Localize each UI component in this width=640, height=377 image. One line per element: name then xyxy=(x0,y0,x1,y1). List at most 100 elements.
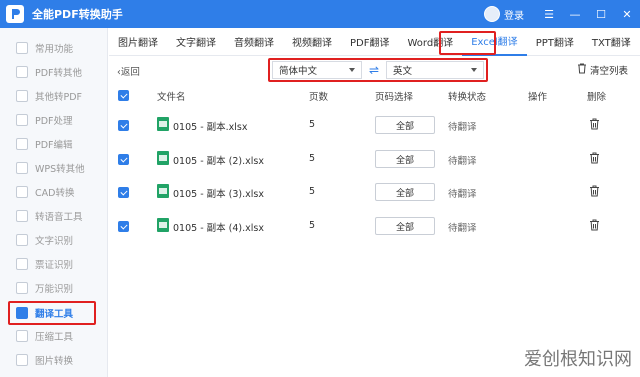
sidebar-item-wps[interactable]: WPS转其他 xyxy=(8,157,100,179)
tab-image-translate[interactable]: 图片翻译 xyxy=(109,28,167,56)
back-link[interactable]: ‹返回 xyxy=(117,64,140,78)
speech-icon xyxy=(16,210,28,222)
sidebar-item-label: WPS转其他 xyxy=(35,164,85,175)
ocr-icon xyxy=(16,234,28,246)
sidebar-item-label: 其他转PDF xyxy=(35,92,83,103)
header-pages: 页数 xyxy=(309,92,329,103)
header-action: 操作 xyxy=(528,92,548,103)
sidebar-item-ticket[interactable]: 票证识别 xyxy=(8,253,100,275)
header-filename: 文件名 xyxy=(157,92,186,103)
tab-text-translate[interactable]: 文字翻译 xyxy=(167,28,225,56)
login-link[interactable]: 登录 xyxy=(504,7,524,22)
page-count: 5 xyxy=(309,153,316,164)
sidebar-item-label: 万能识别 xyxy=(35,284,74,295)
table-row: 0105 - 副本 (2).xlsx 5 全部 待翻译 xyxy=(109,142,640,176)
status-text: 待翻译 xyxy=(448,122,477,133)
trash-icon[interactable] xyxy=(589,185,600,200)
page-count: 5 xyxy=(309,220,316,231)
page-select-button[interactable]: 全部 xyxy=(375,150,435,168)
close-icon[interactable]: ✕ xyxy=(614,0,640,28)
sidebar-item-label: 文字识别 xyxy=(35,236,74,247)
table-row: 0105 - 副本 (4).xlsx 5 全部 待翻译 xyxy=(109,209,640,243)
sidebar-item-label: PDF处理 xyxy=(35,116,73,127)
app-title: 全能PDF转换助手 xyxy=(32,8,123,21)
header-delete: 删除 xyxy=(587,92,607,103)
sidebar-item-label: 图片转换 xyxy=(35,356,74,367)
tab-video-translate[interactable]: 视频翻译 xyxy=(283,28,341,56)
ticket-icon xyxy=(16,258,28,270)
avatar[interactable] xyxy=(484,6,500,22)
status-text: 待翻译 xyxy=(448,189,477,200)
select-all-checkbox[interactable] xyxy=(118,90,129,101)
trash-icon[interactable] xyxy=(589,152,600,167)
tab-audio-translate[interactable]: 音频翻译 xyxy=(225,28,283,56)
file-icon xyxy=(16,90,28,102)
maximize-icon[interactable]: ☐ xyxy=(588,0,614,28)
highlight-box xyxy=(8,301,96,325)
excel-file-icon xyxy=(157,117,169,131)
row-checkbox[interactable] xyxy=(118,187,129,198)
tab-pdf-translate[interactable]: PDF翻译 xyxy=(341,28,398,56)
sidebar-item-image[interactable]: 图片转换 xyxy=(8,349,100,371)
sidebar-item-pdf-process[interactable]: PDF处理 xyxy=(8,109,100,131)
edit-icon xyxy=(16,138,28,150)
wps-icon xyxy=(16,162,28,174)
sidebar-item-ocr[interactable]: 文字识别 xyxy=(8,229,100,251)
page-select-button[interactable]: 全部 xyxy=(375,183,435,201)
table-header: 文件名 页数 页码选择 转换状态 操作 删除 xyxy=(109,85,640,105)
highlight-box xyxy=(268,58,488,82)
file-name: 0105 - 副本 (3).xlsx xyxy=(173,189,264,200)
sidebar-item-common[interactable]: 常用功能 xyxy=(8,37,100,59)
sidebar-item-label: PDF转其他 xyxy=(35,68,83,79)
pdf-icon xyxy=(16,66,28,78)
sidebar-item-compress[interactable]: 压缩工具 xyxy=(8,325,100,347)
scan-icon xyxy=(16,282,28,294)
file-name: 0105 - 副本 (2).xlsx xyxy=(173,156,264,167)
row-checkbox[interactable] xyxy=(118,120,129,131)
row-checkbox[interactable] xyxy=(118,221,129,232)
cad-icon xyxy=(16,186,28,198)
file-name: 0105 - 副本 (4).xlsx xyxy=(173,223,264,234)
process-icon xyxy=(16,114,28,126)
sidebar-item-label: 压缩工具 xyxy=(35,332,74,343)
sidebar-item-universal[interactable]: 万能识别 xyxy=(8,277,100,299)
status-text: 待翻译 xyxy=(448,223,477,234)
page-select-button[interactable]: 全部 xyxy=(375,116,435,134)
header-page-select: 页码选择 xyxy=(375,92,414,103)
page-count: 5 xyxy=(309,186,316,197)
sidebar-item-speech[interactable]: 转语音工具 xyxy=(8,205,100,227)
tab-bar: 图片翻译 文字翻译 音频翻译 视频翻译 PDF翻译 Word翻译 Excel翻译… xyxy=(109,28,640,56)
sidebar-item-label: 票证识别 xyxy=(35,260,74,271)
sidebar-item-pdf-to-other[interactable]: PDF转其他 xyxy=(8,61,100,83)
trash-icon[interactable] xyxy=(589,219,600,234)
page-count: 5 xyxy=(309,119,316,130)
app-logo xyxy=(6,5,24,23)
header-status: 转换状态 xyxy=(448,92,487,103)
table-row: 0105 - 副本.xlsx 5 全部 待翻译 xyxy=(109,108,640,142)
watermark: 爱创根知识网 xyxy=(524,349,632,370)
sidebar-item-cad[interactable]: CAD转换 xyxy=(8,181,100,203)
sidebar-item-label: 常用功能 xyxy=(35,44,74,55)
trash-icon[interactable] xyxy=(589,118,600,133)
sidebar-item-pdf-edit[interactable]: PDF编辑 xyxy=(8,133,100,155)
excel-file-icon xyxy=(157,184,169,198)
back-label: 返回 xyxy=(120,67,140,78)
sidebar-item-other-to-pdf[interactable]: 其他转PDF xyxy=(8,85,100,107)
status-text: 待翻译 xyxy=(448,156,477,167)
chevron-right-icon[interactable]: › xyxy=(614,28,640,56)
highlight-box xyxy=(439,31,496,55)
menu-icon[interactable]: ☰ xyxy=(536,0,562,28)
page-select-button[interactable]: 全部 xyxy=(375,217,435,235)
excel-file-icon xyxy=(157,218,169,232)
title-bar: 全能PDF转换助手 登录 ☰ — ☐ ✕ xyxy=(0,0,640,28)
minimize-icon[interactable]: — xyxy=(562,0,588,28)
row-checkbox[interactable] xyxy=(118,154,129,165)
sidebar-item-label: 转语音工具 xyxy=(35,212,83,223)
sidebar-item-label: CAD转换 xyxy=(35,188,75,199)
file-name: 0105 - 副本.xlsx xyxy=(173,122,248,133)
compress-icon xyxy=(16,330,28,342)
common-icon xyxy=(16,42,28,54)
clear-list-button[interactable]: 清空列表 xyxy=(577,63,628,77)
tab-ppt-translate[interactable]: PPT翻译 xyxy=(527,28,583,56)
image-icon xyxy=(16,354,28,366)
